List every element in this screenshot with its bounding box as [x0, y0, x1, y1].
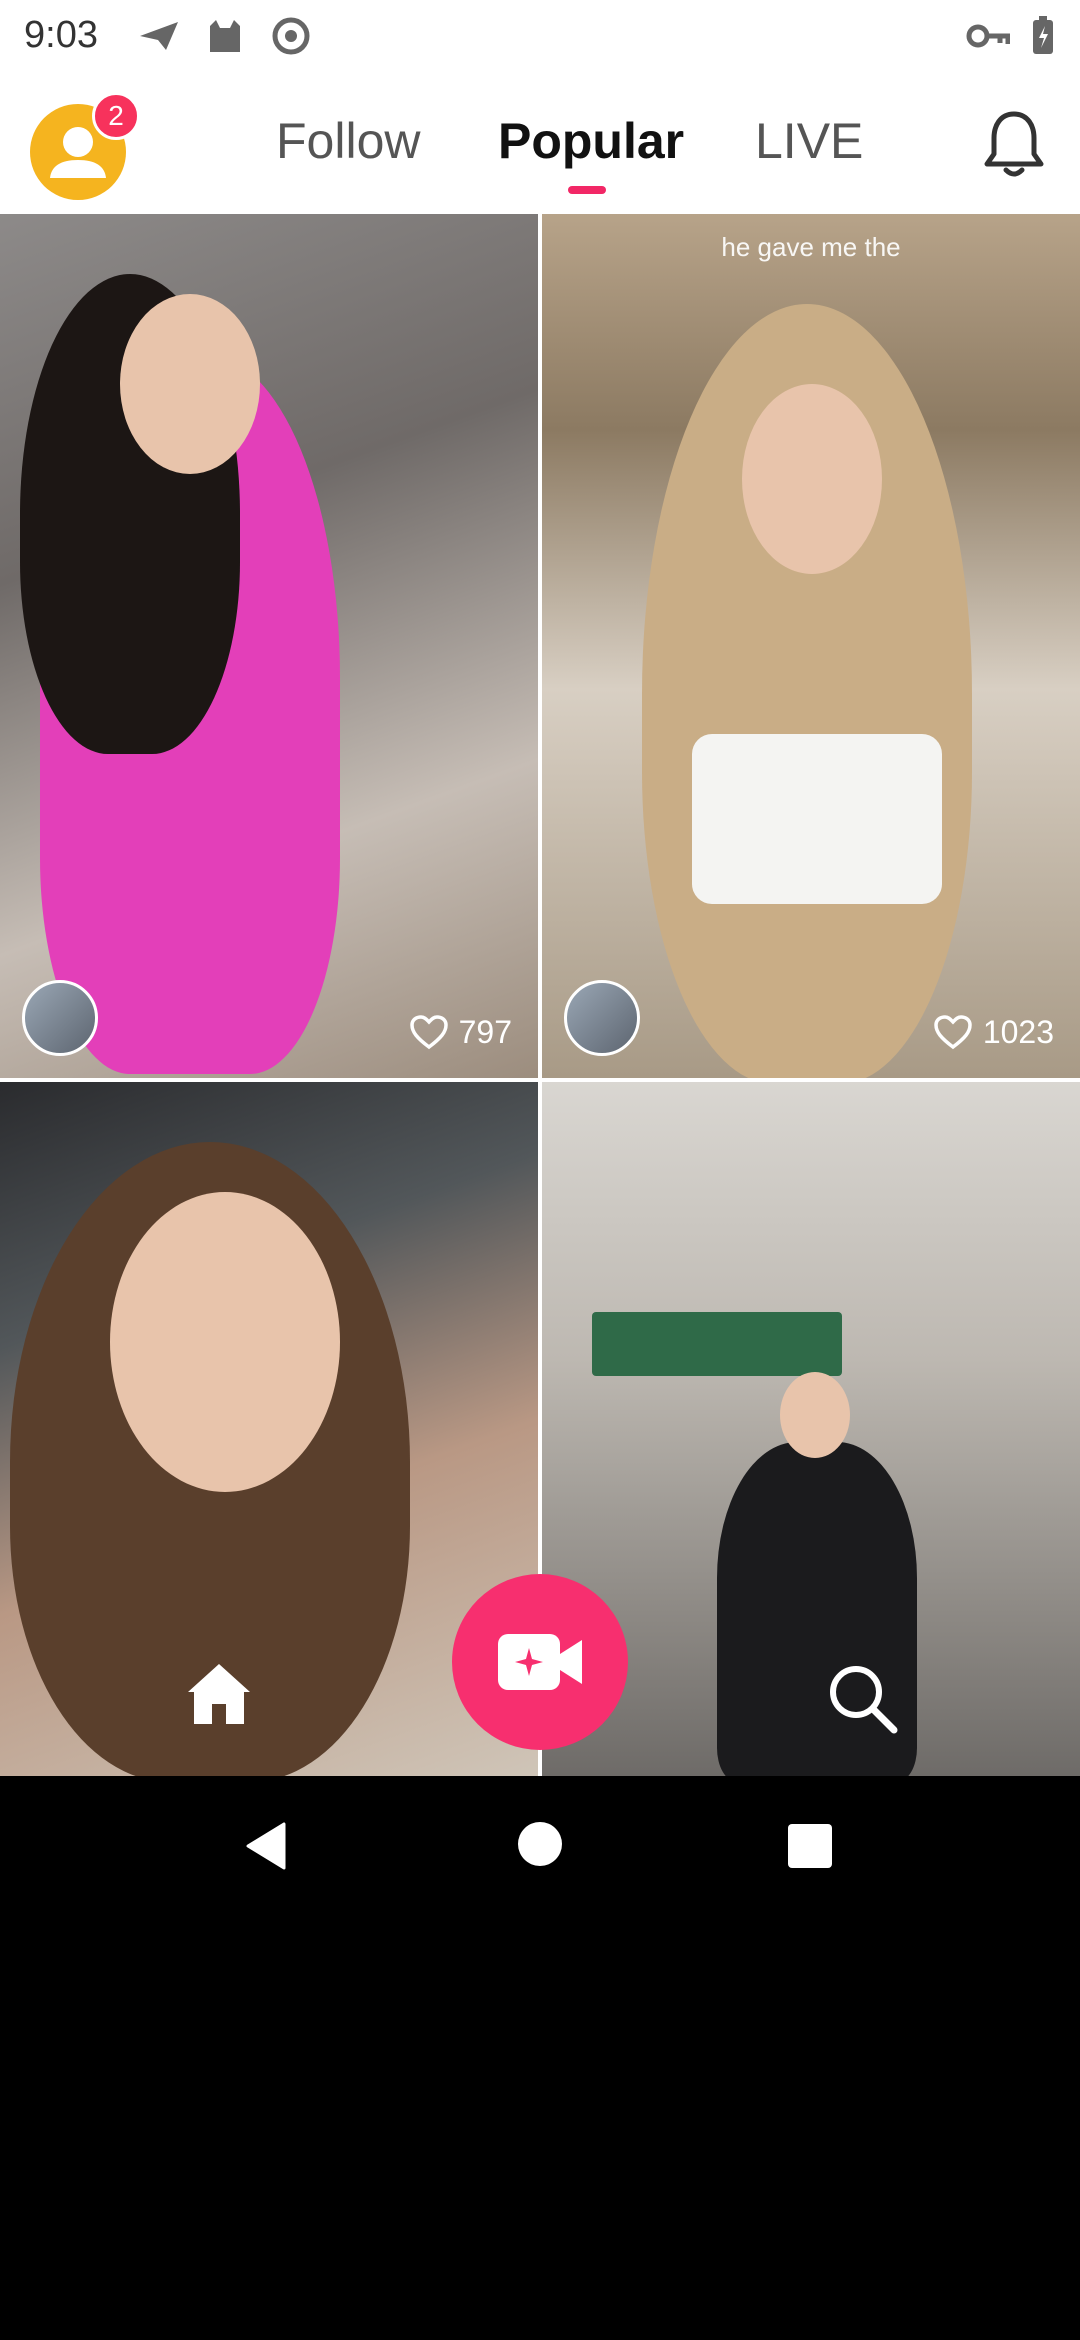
thumbnail-face: [742, 384, 882, 574]
thumbnail-face: [110, 1192, 340, 1492]
app-screen: 9:03 2 Follow Popular LIVE 797 he gave m…: [0, 0, 1080, 2340]
bell-icon[interactable]: [982, 108, 1046, 180]
video-feed-grid: 797 he gave me the 1023: [0, 214, 1080, 1776]
thumbnail-face: [780, 1372, 850, 1458]
key-icon: [966, 24, 1010, 48]
send-icon: [140, 22, 178, 50]
notification-badge: 2: [92, 92, 140, 140]
tab-live[interactable]: LIVE: [755, 112, 863, 170]
like-count: 1023: [933, 1012, 1054, 1052]
at-sign-icon: [272, 17, 310, 55]
recents-button[interactable]: [788, 1824, 832, 1868]
system-navigation-bar: [0, 1776, 1080, 1920]
heart-icon: [934, 1015, 972, 1050]
video-thumbnail: [692, 734, 942, 904]
video-card[interactable]: he gave me the 1023: [542, 214, 1080, 1078]
card-caption: he gave me the: [721, 232, 901, 262]
heart-icon: [409, 1015, 448, 1050]
record-video-icon: [498, 1634, 582, 1690]
home-icon[interactable]: [184, 1660, 254, 1726]
status-time: 9:03: [24, 14, 98, 56]
top-header: 2 Follow Popular LIVE: [0, 72, 1080, 214]
tab-popular[interactable]: Popular: [498, 112, 684, 170]
battery-icon: [1033, 16, 1053, 54]
active-tab-indicator: [568, 186, 606, 194]
like-count: 797: [409, 1012, 512, 1052]
creator-avatar[interactable]: [564, 980, 640, 1056]
cat-icon: [210, 20, 240, 52]
system-home-button[interactable]: [518, 1822, 562, 1866]
tab-follow[interactable]: Follow: [276, 112, 420, 170]
creator-avatar[interactable]: [22, 980, 98, 1056]
back-icon[interactable]: [244, 1820, 288, 1872]
like-count-value: 1023: [982, 1013, 1054, 1050]
thumbnail-banner: [592, 1312, 842, 1376]
like-count-value: 797: [458, 1013, 512, 1050]
thumbnail-face: [120, 294, 260, 474]
record-video-button[interactable]: [452, 1574, 628, 1750]
status-bar: 9:03: [0, 0, 1080, 72]
video-card[interactable]: 797: [0, 214, 538, 1078]
search-icon[interactable]: [826, 1662, 898, 1734]
